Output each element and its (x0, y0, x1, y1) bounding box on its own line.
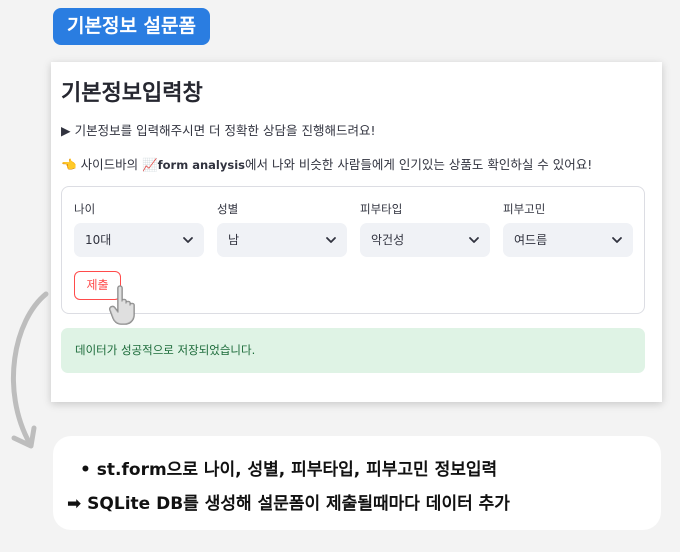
skin-concern-label: 피부고민 (503, 202, 546, 216)
sidebar-page-name: form analysis (157, 158, 245, 172)
note-card: • st.form으로 나이, 성별, 피부타입, 피부고민 정보입력 ➡ SQ… (53, 436, 661, 530)
right-arrow-icon: ➡ (67, 494, 82, 514)
sidebar-hint-suffix: 에서 나와 비슷한 사람들에게 인기있는 상품도 확인하실 수 있어요! (244, 157, 593, 172)
hand-pointer-icon (109, 285, 135, 325)
note-line-2: ➡ SQLite DB를 생성해 설문폼이 제출될때마다 데이터 추가 (67, 489, 510, 514)
age-field: 나이 10대 (74, 201, 204, 257)
skin-type-select[interactable]: 악건성 (360, 223, 490, 257)
skin-type-select-value: 악건성 (371, 233, 405, 247)
age-label: 나이 (74, 202, 96, 216)
intro-text: ▶ 기본정보를 입력해주시면 더 정확한 상담을 진행해드려요! (61, 120, 376, 139)
title-pill: 기본정보 설문폼 (53, 8, 210, 45)
gender-field: 성별 남 (217, 201, 347, 257)
chart-emoji-icon: 📈 (142, 157, 158, 172)
chevron-down-icon (183, 237, 193, 243)
note-line-1-text: st.form으로 나이, 성별, 피부타입, 피부고민 정보입력 (96, 460, 498, 480)
sidebar-hint-prefix: 사이드바의 (80, 157, 139, 172)
age-select[interactable]: 10대 (74, 223, 204, 257)
gender-select[interactable]: 남 (217, 223, 347, 257)
sidebar-hint: 👈 사이드바의 📈form analysis에서 나와 비슷한 사람들에게 인기… (61, 154, 592, 173)
play-arrow-icon: ▶ (61, 123, 71, 138)
skin-concern-field: 피부고민 여드름 (503, 201, 633, 257)
chevron-down-icon (612, 237, 622, 243)
curved-arrow-icon (11, 291, 49, 449)
success-alert: 데이터가 성공적으로 저장되었습니다. (61, 328, 645, 373)
pointing-hand-icon: 👈 (61, 157, 77, 172)
note-line-2-text: SQLite DB를 생성해 설문폼이 제출될때마다 데이터 추가 (87, 494, 510, 514)
page-title: 기본정보입력창 (61, 81, 203, 106)
gender-label: 성별 (217, 202, 239, 216)
gender-select-value: 남 (228, 233, 240, 247)
age-select-value: 10대 (85, 233, 112, 247)
intro-message: 기본정보를 입력해주시면 더 정확한 상담을 진행해드려요! (74, 123, 376, 138)
skin-concern-select-value: 여드름 (514, 233, 548, 247)
skin-concern-select[interactable]: 여드름 (503, 223, 633, 257)
chevron-down-icon (326, 237, 336, 243)
chevron-down-icon (469, 237, 479, 243)
skin-type-field: 피부타입 악건성 (360, 201, 490, 257)
note-line-1: • st.form으로 나이, 성별, 피부타입, 피부고민 정보입력 (80, 455, 497, 480)
survey-form: 나이 10대 성별 남 피부타입 악건성 피부고민 여드름 제출 (61, 186, 645, 314)
app-window: 기본정보입력창 ▶ 기본정보를 입력해주시면 더 정확한 상담을 진행해드려요!… (51, 62, 662, 402)
skin-type-label: 피부타입 (360, 202, 403, 216)
bullet-icon: • (80, 460, 91, 480)
